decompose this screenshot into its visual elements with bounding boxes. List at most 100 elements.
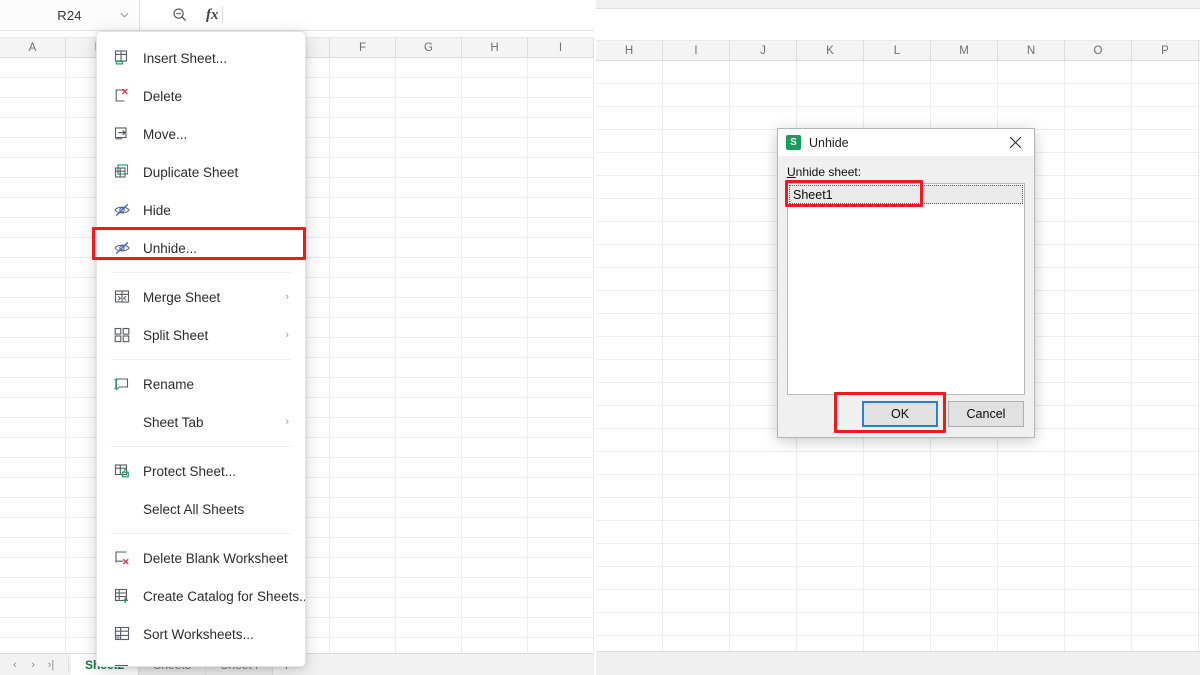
grid-cell[interactable] xyxy=(330,418,396,438)
grid-cell[interactable] xyxy=(931,636,998,651)
grid-cell[interactable] xyxy=(998,544,1065,567)
grid-cell[interactable] xyxy=(528,78,594,98)
grid-cell[interactable] xyxy=(596,475,663,498)
grid-cell[interactable] xyxy=(528,138,594,158)
grid-cell[interactable] xyxy=(0,158,66,178)
grid-cell[interactable] xyxy=(1065,222,1132,245)
grid-cell[interactable] xyxy=(528,58,594,78)
grid-cell[interactable] xyxy=(663,406,730,429)
grid-cell[interactable] xyxy=(462,438,528,458)
grid-cell[interactable] xyxy=(396,158,462,178)
grid-cell[interactable] xyxy=(0,138,66,158)
grid-cell[interactable] xyxy=(998,498,1065,521)
left-column-header-g[interactable]: G xyxy=(396,38,462,57)
grid-cell[interactable] xyxy=(931,107,998,130)
grid-cell[interactable] xyxy=(1132,199,1199,222)
grid-cell[interactable] xyxy=(1132,636,1199,651)
grid-cell[interactable] xyxy=(998,475,1065,498)
grid-cell[interactable] xyxy=(462,538,528,558)
right-column-header-o[interactable]: O xyxy=(1065,41,1132,60)
grid-cell[interactable] xyxy=(330,258,396,278)
grid-cell[interactable] xyxy=(797,107,864,130)
ok-button[interactable]: OK xyxy=(862,401,938,427)
grid-cell[interactable] xyxy=(797,521,864,544)
grid-cell[interactable] xyxy=(998,567,1065,590)
grid-cell[interactable] xyxy=(0,438,66,458)
grid-cell[interactable] xyxy=(396,638,462,653)
grid-cell[interactable] xyxy=(330,178,396,198)
grid-cell[interactable] xyxy=(730,636,797,651)
grid-cell[interactable] xyxy=(396,618,462,638)
grid-cell[interactable] xyxy=(0,578,66,598)
menu-item-hide[interactable]: Hide xyxy=(97,191,305,229)
grid-cell[interactable] xyxy=(1132,153,1199,176)
grid-cell[interactable] xyxy=(730,84,797,107)
left-column-header-i[interactable]: I xyxy=(528,38,594,57)
grid-cell[interactable] xyxy=(730,107,797,130)
menu-item-create-catalog-for-sheets[interactable]: Create Catalog for Sheets... xyxy=(97,577,305,615)
grid-cell[interactable] xyxy=(0,98,66,118)
grid-cell[interactable] xyxy=(0,58,66,78)
grid-cell[interactable] xyxy=(0,118,66,138)
grid-cell[interactable] xyxy=(596,222,663,245)
grid-cell[interactable] xyxy=(0,618,66,638)
grid-cell[interactable] xyxy=(396,78,462,98)
grid-cell[interactable] xyxy=(462,178,528,198)
grid-cell[interactable] xyxy=(330,58,396,78)
grid-cell[interactable] xyxy=(931,613,998,636)
grid-cell[interactable] xyxy=(596,567,663,590)
grid-cell[interactable] xyxy=(1132,406,1199,429)
grid-cell[interactable] xyxy=(396,538,462,558)
grid-cell[interactable] xyxy=(596,429,663,452)
grid-cell[interactable] xyxy=(462,138,528,158)
grid-cell[interactable] xyxy=(462,318,528,338)
grid-cell[interactable] xyxy=(0,558,66,578)
grid-cell[interactable] xyxy=(1065,590,1132,613)
grid-cell[interactable] xyxy=(396,138,462,158)
grid-cell[interactable] xyxy=(998,84,1065,107)
unhide-sheet-listbox[interactable]: Sheet1 xyxy=(787,183,1025,395)
grid-cell[interactable] xyxy=(596,314,663,337)
grid-cell[interactable] xyxy=(663,544,730,567)
right-column-header-i[interactable]: I xyxy=(663,41,730,60)
grid-cell[interactable] xyxy=(0,638,66,653)
grid-cell[interactable] xyxy=(730,498,797,521)
grid-cell[interactable] xyxy=(596,360,663,383)
grid-cell[interactable] xyxy=(396,178,462,198)
grid-cell[interactable] xyxy=(1132,268,1199,291)
grid-cell[interactable] xyxy=(528,478,594,498)
grid-cell[interactable] xyxy=(864,544,931,567)
grid-cell[interactable] xyxy=(462,598,528,618)
grid-cell[interactable] xyxy=(528,458,594,478)
grid-cell[interactable] xyxy=(931,61,998,84)
menu-item-split-sheet[interactable]: Split Sheet › xyxy=(97,316,305,354)
grid-cell[interactable] xyxy=(730,613,797,636)
grid-cell[interactable] xyxy=(1065,567,1132,590)
grid-cell[interactable] xyxy=(0,538,66,558)
grid-cell[interactable] xyxy=(1132,613,1199,636)
grid-cell[interactable] xyxy=(330,438,396,458)
grid-cell[interactable] xyxy=(1132,498,1199,521)
grid-cell[interactable] xyxy=(0,218,66,238)
grid-cell[interactable] xyxy=(663,291,730,314)
grid-cell[interactable] xyxy=(931,590,998,613)
grid-cell[interactable] xyxy=(330,358,396,378)
grid-cell[interactable] xyxy=(462,118,528,138)
grid-cell[interactable] xyxy=(0,178,66,198)
grid-cell[interactable] xyxy=(1132,337,1199,360)
right-column-header-n[interactable]: N xyxy=(998,41,1065,60)
grid-cell[interactable] xyxy=(998,107,1065,130)
grid-cell[interactable] xyxy=(396,418,462,438)
grid-cell[interactable] xyxy=(730,452,797,475)
grid-cell[interactable] xyxy=(528,558,594,578)
grid-cell[interactable] xyxy=(1065,613,1132,636)
grid-cell[interactable] xyxy=(1065,406,1132,429)
grid-cell[interactable] xyxy=(663,153,730,176)
grid-cell[interactable] xyxy=(330,598,396,618)
grid-cell[interactable] xyxy=(663,222,730,245)
grid-cell[interactable] xyxy=(0,418,66,438)
grid-cell[interactable] xyxy=(396,298,462,318)
grid-cell[interactable] xyxy=(0,598,66,618)
grid-cell[interactable] xyxy=(330,398,396,418)
grid-cell[interactable] xyxy=(663,475,730,498)
